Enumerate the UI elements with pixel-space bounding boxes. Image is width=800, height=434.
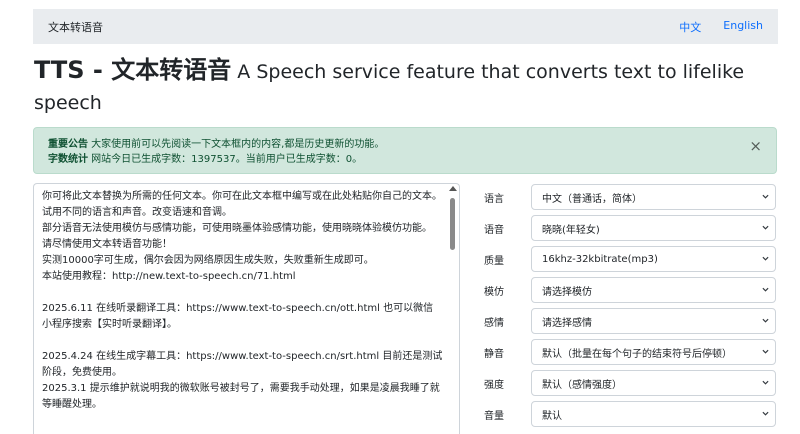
textarea-scrollbar[interactable] <box>450 198 455 250</box>
scroll-up-arrow-icon[interactable] <box>449 186 457 191</box>
setting-label-intensity: 强度 <box>484 379 504 391</box>
chevron-down-icon <box>762 256 769 261</box>
voice-select-value: 晓晓(年轻女) <box>542 224 600 236</box>
style-select[interactable]: 请选择模仿 <box>531 277 776 303</box>
setting-label-style: 模仿 <box>484 286 504 298</box>
setting-row-intensity: 强度 默认（感情强度） <box>484 370 776 396</box>
navbar: 文本转语音 中文 English <box>33 9 778 44</box>
chevron-down-icon <box>762 380 769 385</box>
setting-row-emotion: 感情 请选择感情 <box>484 308 776 334</box>
language-select-value: 中文（普通话，简体） <box>542 193 642 205</box>
emotion-select[interactable]: 请选择感情 <box>531 308 776 334</box>
chevron-down-icon <box>762 287 769 292</box>
word-count-line: 字数统计 网站今日已生成字数：1397537。当前用户已生成字数：0。 <box>48 152 762 167</box>
page-title-main: TTS - 文本转语音 <box>34 56 232 84</box>
setting-row-silence: 静音 默认（批量在每个句子的结束符号后停顿） <box>484 339 776 365</box>
site-brand[interactable]: 文本转语音 <box>48 19 103 35</box>
nav-link-chinese[interactable]: 中文 <box>679 19 701 35</box>
nav-link-english[interactable]: English <box>723 19 763 35</box>
language-links: 中文 English <box>679 19 763 35</box>
chevron-down-icon <box>762 349 769 354</box>
announcement-line: 重要公告 大家使用前可以先阅读一下文本框内的内容,都是历史更新的功能。 <box>48 137 762 152</box>
setting-row-style: 模仿 请选择模仿 <box>484 277 776 303</box>
voice-select[interactable]: 晓晓(年轻女) <box>531 215 776 241</box>
announcement-label: 重要公告 <box>48 139 88 150</box>
style-select-value: 请选择模仿 <box>542 286 592 298</box>
silence-select[interactable]: 默认（批量在每个句子的结束符号后停顿） <box>531 339 776 365</box>
setting-row-language: 语言 中文（普通话，简体） <box>484 184 776 210</box>
announcement-text: 大家使用前可以先阅读一下文本框内的内容,都是历史更新的功能。 <box>88 139 385 150</box>
close-icon[interactable]: × <box>749 139 762 154</box>
intensity-select-value: 默认（感情强度） <box>542 379 622 391</box>
chevron-down-icon <box>762 225 769 230</box>
quality-select[interactable]: 16khz-32kbitrate(mp3) <box>531 246 776 272</box>
language-select[interactable]: 中文（普通话，简体） <box>531 184 776 210</box>
silence-select-value: 默认（批量在每个句子的结束符号后停顿） <box>542 348 732 360</box>
intensity-select[interactable]: 默认（感情强度） <box>531 370 776 396</box>
text-input-area[interactable]: 你可将此文本替换为所需的任何文本。你可在此文本框中编写或在此处粘贴你自己的文本。… <box>33 183 460 434</box>
setting-label-volume: 音量 <box>484 410 504 422</box>
chevron-down-icon <box>762 411 769 416</box>
volume-select-value: 默认 <box>542 410 562 422</box>
chevron-down-icon <box>762 194 769 199</box>
announcement-alert: 重要公告 大家使用前可以先阅读一下文本框内的内容,都是历史更新的功能。 字数统计… <box>33 127 777 174</box>
setting-row-volume: 音量 默认 <box>484 401 776 427</box>
setting-label-silence: 静音 <box>484 348 504 360</box>
word-count-label: 字数统计 <box>48 154 88 165</box>
quality-select-value: 16khz-32kbitrate(mp3) <box>542 253 658 265</box>
setting-row-quality: 质量 16khz-32kbitrate(mp3) <box>484 246 776 272</box>
emotion-select-value: 请选择感情 <box>542 317 592 329</box>
setting-row-voice: 语音 晓晓(年轻女) <box>484 215 776 241</box>
volume-select[interactable]: 默认 <box>531 401 776 427</box>
setting-label-quality: 质量 <box>484 255 504 267</box>
setting-label-language: 语言 <box>484 193 504 205</box>
setting-label-voice: 语音 <box>484 224 504 236</box>
chevron-down-icon <box>762 318 769 323</box>
setting-label-emotion: 感情 <box>484 317 504 329</box>
page-title: TTS - 文本转语音 A Speech service feature tha… <box>34 55 774 119</box>
word-count-text: 网站今日已生成字数：1397537。当前用户已生成字数：0。 <box>88 154 363 165</box>
